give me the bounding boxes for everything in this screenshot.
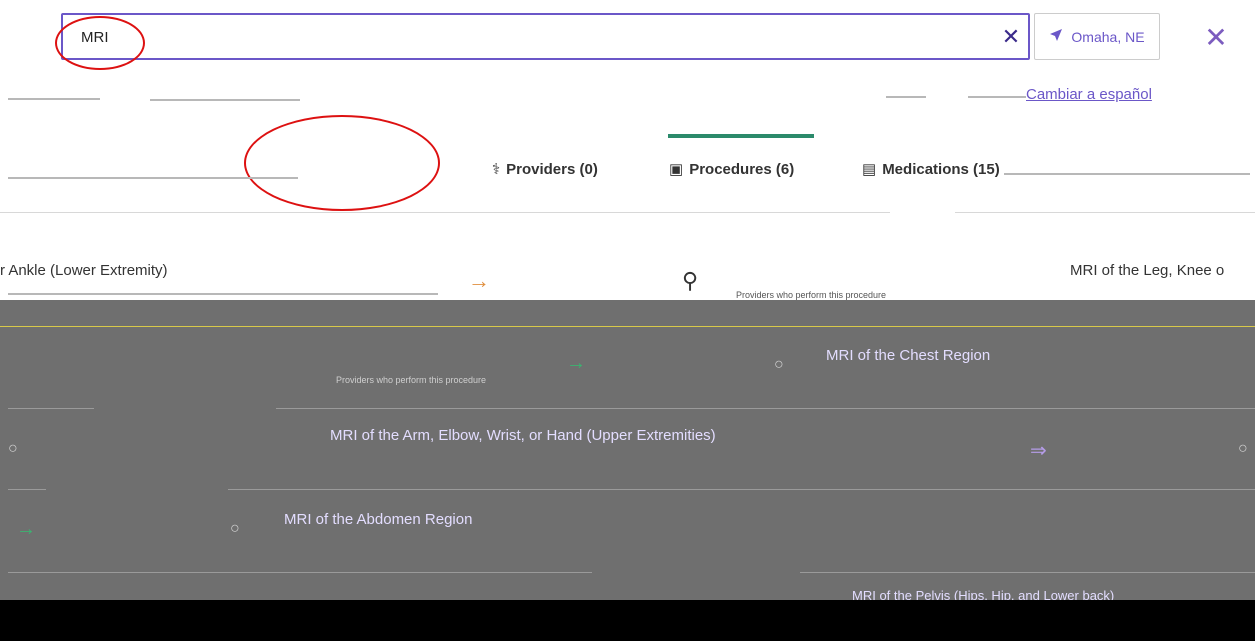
- result-title[interactable]: MRI of the Chest Region: [826, 347, 990, 364]
- divider: [0, 212, 890, 213]
- results-panel: [0, 327, 1255, 600]
- navigation-arrow-icon: [1049, 28, 1063, 45]
- footer-bar: [0, 600, 1255, 641]
- divider: [8, 408, 94, 409]
- search-icon: ○: [8, 440, 18, 457]
- search-icon: ○: [774, 356, 784, 373]
- divider: [800, 572, 1255, 573]
- providers-hint: Providers who perform this procedure: [336, 375, 487, 385]
- divider: [8, 489, 46, 490]
- divider: [886, 96, 926, 98]
- divider: [0, 326, 1255, 327]
- divider: [8, 98, 100, 100]
- search-icon: ○: [230, 520, 240, 537]
- divider: [228, 489, 1255, 490]
- tab-procedures[interactable]: ▣ Procedures (6): [669, 160, 794, 178]
- arrow-right-icon[interactable]: →: [566, 352, 586, 375]
- divider: [8, 572, 592, 573]
- annotation-oval-tab: [244, 115, 440, 211]
- pill-bottle-icon: ▤: [862, 161, 877, 178]
- location-button[interactable]: Omaha, NE: [1034, 13, 1160, 60]
- divider: [955, 212, 1255, 213]
- divider: [8, 293, 438, 295]
- divider: [150, 99, 300, 101]
- result-title[interactable]: MRI of the Arm, Elbow, Wrist, or Hand (U…: [330, 427, 716, 444]
- search-icon: ○: [1238, 440, 1248, 457]
- divider: [1004, 173, 1250, 175]
- language-switch-link[interactable]: Cambiar a español: [1026, 86, 1152, 103]
- tab-providers[interactable]: ⚕ Providers (0): [492, 160, 598, 178]
- tab-medications[interactable]: ▤ Medications (15): [862, 160, 1000, 178]
- search-icon: ⚲: [682, 268, 699, 293]
- results-panel-top: [0, 300, 1255, 327]
- search-input[interactable]: [79, 15, 963, 60]
- clear-search-icon[interactable]: ✕: [998, 22, 1024, 52]
- divider: [8, 177, 298, 179]
- stethoscope-icon: ⚕: [492, 161, 501, 178]
- result-title-partial-right[interactable]: MRI of the Leg, Knee o: [1070, 262, 1224, 279]
- arrow-right-icon[interactable]: →: [16, 518, 36, 541]
- active-tab-indicator: [668, 134, 814, 138]
- arrow-right-icon[interactable]: ⇒: [1030, 438, 1047, 463]
- arrow-right-icon[interactable]: →: [468, 268, 490, 294]
- result-title[interactable]: MRI of the Abdomen Region: [284, 511, 472, 528]
- providers-hint: Providers who perform this procedure: [736, 290, 887, 300]
- close-icon[interactable]: ✕: [1196, 18, 1236, 58]
- search-box[interactable]: [61, 13, 1030, 60]
- divider: [276, 408, 1255, 409]
- location-label: Omaha, NE: [1071, 28, 1145, 45]
- result-title-partial-left[interactable]: r Ankle (Lower Extremity): [0, 262, 168, 279]
- divider: [968, 96, 1026, 98]
- briefcase-medical-icon: ▣: [669, 161, 684, 178]
